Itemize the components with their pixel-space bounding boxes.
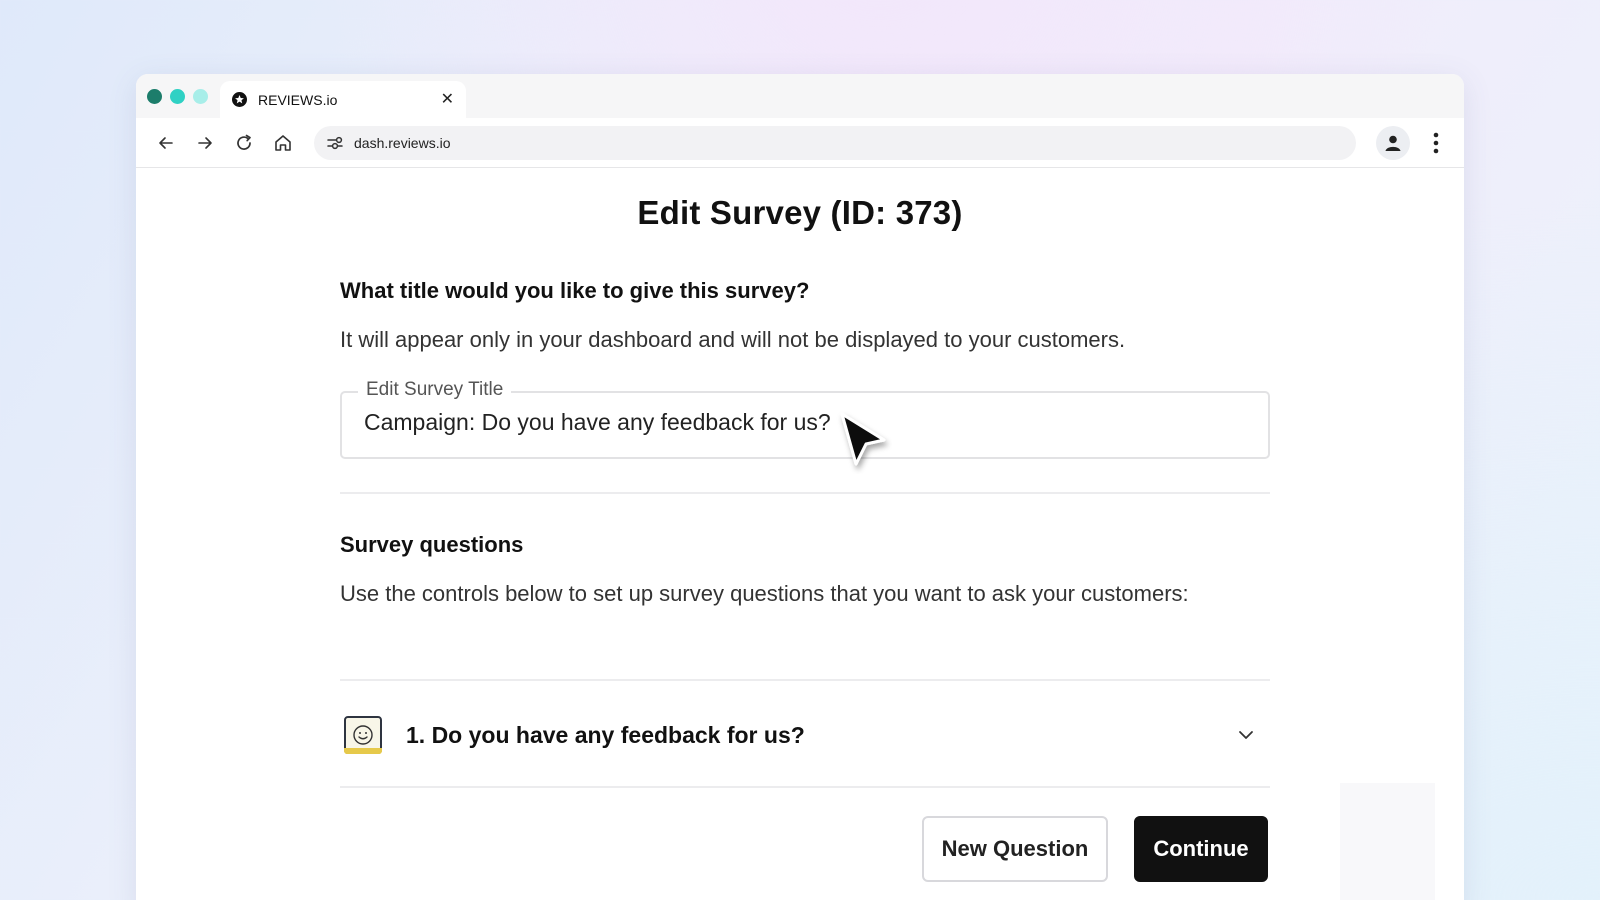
title-section-description: It will appear only in your dashboard an…: [340, 327, 1126, 352]
chevron-down-icon[interactable]: [1232, 721, 1260, 749]
back-button[interactable]: [154, 131, 178, 155]
new-question-button[interactable]: New Question: [922, 816, 1108, 882]
tab-strip: REVIEWS.io ✕: [136, 74, 1464, 118]
tab-title: REVIEWS.io: [258, 91, 338, 108]
arrow-left-icon: [159, 136, 173, 149]
window-controls: [147, 89, 208, 104]
close-window-button[interactable]: [147, 89, 162, 104]
site-settings-icon: [327, 136, 343, 149]
more-vertical-icon: [1433, 132, 1439, 153]
survey-title-field[interactable]: Edit Survey Title: [340, 379, 1270, 459]
questions-top-divider: [340, 679, 1270, 681]
maximize-window-button[interactable]: [193, 89, 208, 104]
question-label: 1. Do you have any feedback for us?: [406, 721, 805, 748]
browser-toolbar: dash.reviews.io: [136, 118, 1464, 168]
questions-bottom-divider: [340, 786, 1270, 788]
continue-button[interactable]: Continue: [1134, 816, 1268, 882]
survey-title-field-label: Edit Survey Title: [358, 379, 512, 401]
user-icon: [1385, 135, 1401, 151]
questions-section-heading: Survey questions: [340, 532, 524, 557]
tab-close-icon[interactable]: ✕: [441, 91, 454, 108]
reload-button[interactable]: [232, 131, 256, 155]
address-bar[interactable]: dash.reviews.io: [314, 125, 1356, 160]
reload-icon: [237, 134, 251, 150]
home-button[interactable]: [271, 131, 295, 155]
browser-menu-button[interactable]: [1426, 132, 1446, 154]
title-section-heading: What title would you like to give this s…: [340, 278, 810, 303]
forward-button[interactable]: [193, 131, 217, 155]
minimize-window-button[interactable]: [170, 89, 185, 104]
mouse-pointer-icon: [840, 412, 886, 466]
arrow-right-icon: [198, 136, 212, 149]
page-content: Edit Survey (ID: 373) What title would y…: [136, 168, 1464, 900]
smiley-face-icon: [344, 716, 382, 754]
survey-title-input[interactable]: [364, 409, 1244, 436]
reviews-star-icon: [232, 92, 247, 107]
section-divider: [340, 492, 1270, 494]
page-title: Edit Survey (ID: 373): [637, 194, 963, 231]
background-panel: [1340, 783, 1435, 900]
home-icon: [275, 134, 291, 151]
url-text: dash.reviews.io: [354, 134, 451, 151]
browser-tab[interactable]: REVIEWS.io ✕: [220, 81, 466, 118]
browser-window: REVIEWS.io ✕ dash.reviews.io Edit Survey…: [136, 74, 1464, 900]
question-row[interactable]: 1. Do you have any feedback for us?: [340, 684, 1270, 786]
questions-section-description: Use the controls below to set up survey …: [340, 581, 1189, 606]
profile-button[interactable]: [1376, 125, 1410, 160]
